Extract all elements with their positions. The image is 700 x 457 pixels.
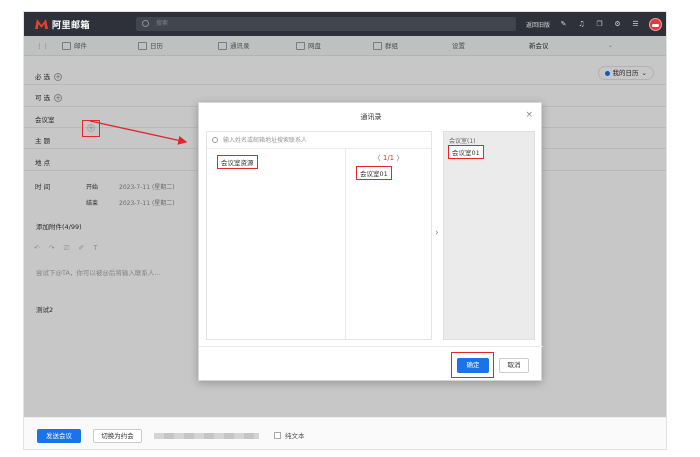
search-icon [212,137,218,143]
switch-to-appointment-button[interactable]: 切换为约会 [93,429,142,443]
top-bar: 阿里邮箱 搜索 返回旧版 ✎ ♫ ❐ ⚙ ☰ [24,12,666,36]
resource-item-room01[interactable]: 会议室01 [356,166,392,180]
contact-search-placeholder: 输入姓名或邮箱地址搜索联系人 [223,137,308,144]
dialog-title: 通讯录 [360,113,382,121]
chat-icon[interactable]: ☰ [631,20,640,29]
brush-icon[interactable]: ✎ [559,20,568,29]
add-to-selected-arrow-icon[interactable]: › [435,228,439,238]
address-book-dialog: 通讯录 × 输入姓名或邮箱地址搜索联系人 会议室资源 〈 1/1 〉 会议室01… [198,102,543,381]
avatar[interactable] [649,17,662,31]
search-icon [142,20,149,27]
ok-highlight-frame: 确定 [451,352,494,378]
brand-logo[interactable]: 阿里邮箱 [34,17,90,31]
pager-next-button[interactable]: 〉 [396,154,403,162]
close-icon[interactable]: × [525,110,533,120]
meeting-room-add-highlight: + [82,120,100,137]
contact-browser: 输入姓名或邮箱地址搜索联系人 会议室资源 〈 1/1 〉 会议室01 [206,131,432,340]
mail-app: 阿里邮箱 搜索 返回旧版 ✎ ♫ ❐ ⚙ ☰ ⋮⋮ 邮件 日历 通讯录 网盘 群… [23,11,667,450]
classic-version-link[interactable]: 返回旧版 [526,20,550,29]
top-actions: 返回旧版 ✎ ♫ ❐ ⚙ ☰ [526,17,662,31]
pager-prev-button[interactable]: 〈 [374,154,381,162]
cancel-button[interactable]: 取消 [499,358,529,373]
pager: 〈 1/1 〉 [346,153,431,163]
pager-text: 1/1 [382,154,395,162]
bell-icon[interactable]: ♫ [577,20,586,29]
redacted-sender [154,433,259,439]
category-meeting-room-resources[interactable]: 会议室资源 [217,155,258,169]
plain-text-label: 纯文本 [285,432,305,440]
gear-icon[interactable]: ⚙ [613,20,622,29]
contact-search-input[interactable]: 输入姓名或邮箱地址搜索联系人 [207,132,431,149]
selected-list: 会议室(1) 会议室01 [443,131,535,340]
plain-text-toggle[interactable]: 纯文本 [274,430,305,440]
selected-count-header: 会议室(1) [449,138,476,145]
checkbox[interactable] [274,431,281,439]
window-icon[interactable]: ❐ [595,20,604,29]
dialog-footer-divider [199,346,543,347]
search-placeholder: 搜索 [156,20,169,27]
compose-footer: 发送会议 切换为约会 纯文本 [24,417,666,449]
global-search-input[interactable]: 搜索 [136,17,516,31]
send-meeting-button[interactable]: 发送会议 [37,429,81,443]
ok-button[interactable]: 确定 [457,358,489,373]
logo-m-icon [34,18,49,30]
add-icon[interactable]: + [87,124,95,132]
brand-name: 阿里邮箱 [52,20,91,31]
selected-item-room01[interactable]: 会议室01 [448,145,484,159]
category-list: 会议室资源 [207,149,346,339]
resource-list: 〈 1/1 〉 会议室01 [346,149,431,339]
